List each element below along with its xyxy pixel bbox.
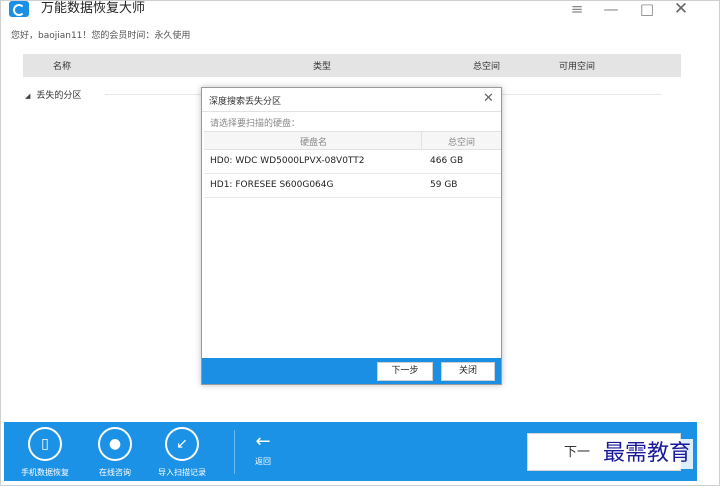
column-name[interactable]: 名称 (53, 59, 71, 72)
disk-table-header: 硬盘名 总空间 (204, 131, 501, 150)
disk-size: 59 GB (430, 180, 458, 190)
phone-icon: ▯ (28, 427, 62, 461)
title-bar: 万能数据恢复大师 ≡ — □ ✕ (1, 1, 720, 23)
dialog-close-button[interactable]: 关闭 (441, 362, 495, 381)
dialog-title-divider (202, 111, 501, 112)
dialog-prompt: 请选择要扫描的硬盘： (210, 119, 301, 129)
disk-row[interactable]: HD1: FORESEE S600G064G 59 GB (204, 174, 501, 198)
app-title: 万能数据恢复大师 (41, 1, 146, 16)
import-scan-button[interactable]: ↙ 导入扫描记录 (147, 427, 217, 479)
watermark-text: 最需教育 (601, 439, 694, 469)
dialog-title: 深度搜索丢失分区 (209, 97, 282, 107)
disk-name: HD1: FORESEE S600G064G (210, 180, 334, 190)
deep-search-dialog: 深度搜索丢失分区 ✕ 请选择要扫描的硬盘： 硬盘名 总空间 HD0: WDC W… (201, 87, 502, 385)
dialog-footer: 下一步 关闭 (202, 358, 501, 384)
close-window-icon[interactable]: ✕ (669, 1, 693, 19)
minimize-icon[interactable]: — (599, 1, 623, 19)
column-divider (421, 132, 422, 150)
import-scan-label: 导入扫描记录 (158, 468, 206, 477)
back-arrow-icon: ← (255, 431, 271, 452)
greeting-text: 您好，baojian11！您的会员时间：永久使用 (11, 31, 191, 41)
dialog-close-icon[interactable]: ✕ (483, 91, 494, 106)
column-total-space[interactable]: 总空间 (473, 59, 500, 72)
column-free-space[interactable]: 可用空间 (559, 59, 595, 72)
app-window: 万能数据恢复大师 ≡ — □ ✕ 您好，baojian11！您的会员时间：永久使… (0, 0, 720, 486)
column-disk-size: 总空间 (448, 138, 476, 148)
user-icon: ● (98, 427, 132, 461)
back-button[interactable]: ← 返回 (248, 432, 278, 472)
disk-size: 466 GB (430, 156, 464, 166)
menu-icon[interactable]: ≡ (565, 1, 589, 19)
column-disk-name: 硬盘名 (300, 138, 328, 148)
back-label: 返回 (255, 457, 271, 466)
disk-table: 硬盘名 总空间 HD0: WDC WD5000LPVX-08V0TT2 466 … (204, 131, 501, 198)
toolbar-divider (234, 430, 235, 474)
dialog-next-button[interactable]: 下一步 (377, 362, 433, 381)
import-icon: ↙ (165, 427, 199, 461)
partition-table-header: 名称 类型 总空间 可用空间 (23, 54, 681, 77)
disk-row[interactable]: HD0: WDC WD5000LPVX-08V0TT2 466 GB (204, 150, 501, 174)
expand-triangle-icon[interactable]: ◢ (25, 92, 30, 100)
group-label: 丢失的分区 (36, 91, 82, 101)
disk-name: HD0: WDC WD5000LPVX-08V0TT2 (210, 156, 365, 166)
app-logo-icon (9, 1, 29, 17)
maximize-icon[interactable]: □ (635, 1, 659, 19)
lost-partitions-group[interactable]: ◢ 丢失的分区 (25, 88, 81, 101)
column-type[interactable]: 类型 (313, 59, 331, 72)
